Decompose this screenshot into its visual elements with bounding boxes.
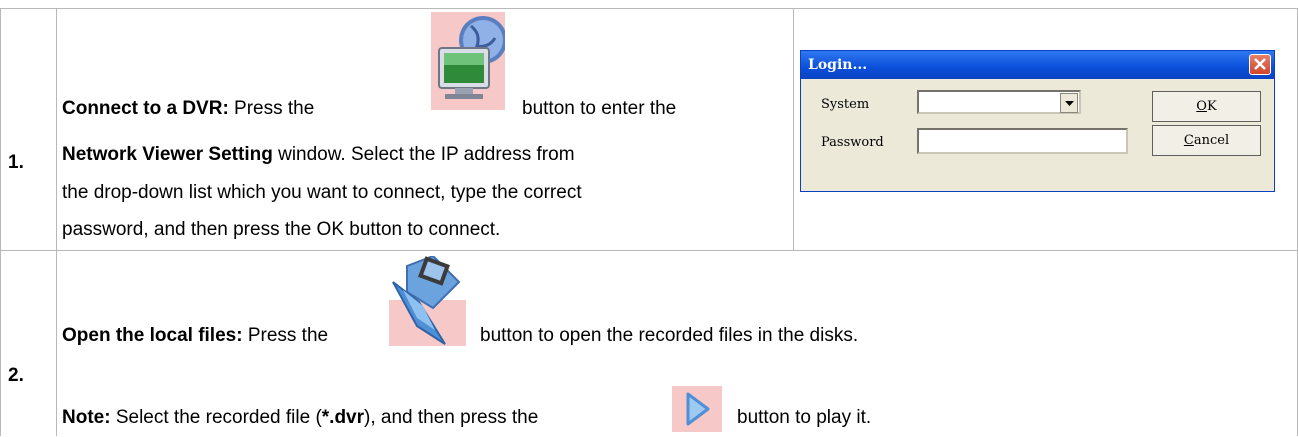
window-name: Network Viewer Setting	[62, 144, 273, 165]
step-2-line-1: Open the local files: Press the	[62, 324, 328, 347]
close-icon	[1254, 58, 1266, 70]
step-text-after-icon: button to enter the	[522, 98, 677, 119]
step-text-after-icon: button to play it.	[737, 407, 872, 428]
step-text: window. Select the IP address from	[272, 144, 575, 165]
step-1-line-3: the drop-down list which you want to con…	[62, 182, 582, 203]
table-border-top	[0, 8, 1298, 9]
note-text: ), and then press the	[364, 407, 539, 428]
play-icon	[672, 386, 722, 432]
ok-mnemonic: O	[1196, 99, 1207, 114]
password-field[interactable]	[917, 128, 1128, 154]
step-text: Press the	[228, 98, 315, 119]
file-extension: *.dvr	[321, 407, 365, 428]
table-border-left	[0, 8, 1, 436]
note-text: Select the recorded file (	[110, 407, 322, 428]
ok-button[interactable]: OK	[1152, 91, 1261, 122]
table-border-middle	[0, 250, 1298, 251]
cancel-label-rest: ancel	[1193, 133, 1230, 148]
folder-video-icon	[389, 254, 466, 346]
step-number: 2.	[8, 365, 24, 386]
login-dialog: Login... System Password OK Cancel	[800, 50, 1275, 192]
cancel-mnemonic: C	[1183, 133, 1194, 148]
note-label: Note:	[62, 407, 111, 428]
step-text: Press the	[242, 325, 329, 346]
step-2-line-2: Note: Select the recorded file (*.dvr), …	[62, 406, 538, 429]
ok-label-rest: K	[1206, 99, 1217, 114]
step-1-line-1: Connect to a DVR: Press the	[62, 97, 314, 120]
instruction-table: 1. Connect to a DVR: Press the button to…	[0, 0, 1298, 436]
dropdown-button[interactable]	[1060, 93, 1078, 113]
table-divider-image-col	[793, 8, 794, 251]
system-dropdown[interactable]	[917, 90, 1081, 114]
system-label: System	[821, 97, 870, 112]
network-monitor-globe-icon	[431, 12, 507, 110]
close-button[interactable]	[1249, 54, 1271, 75]
step-1-line-4: password, and then press the OK button t…	[62, 219, 501, 240]
step-number: 1.	[8, 152, 24, 173]
cancel-button[interactable]: Cancel	[1152, 125, 1261, 156]
table-divider-number-col	[56, 8, 57, 436]
step-1-line-2: Network Viewer Setting window. Select th…	[62, 143, 575, 166]
password-label: Password	[821, 135, 884, 150]
dialog-title-bar: Login...	[801, 51, 1274, 79]
dialog-title: Login...	[808, 57, 868, 73]
chevron-down-icon	[1065, 101, 1074, 106]
step-text-after-icon: button to open the recorded files in the…	[480, 325, 859, 346]
step-title: Open the local files:	[62, 325, 243, 346]
step-title: Connect to a DVR:	[62, 98, 229, 119]
